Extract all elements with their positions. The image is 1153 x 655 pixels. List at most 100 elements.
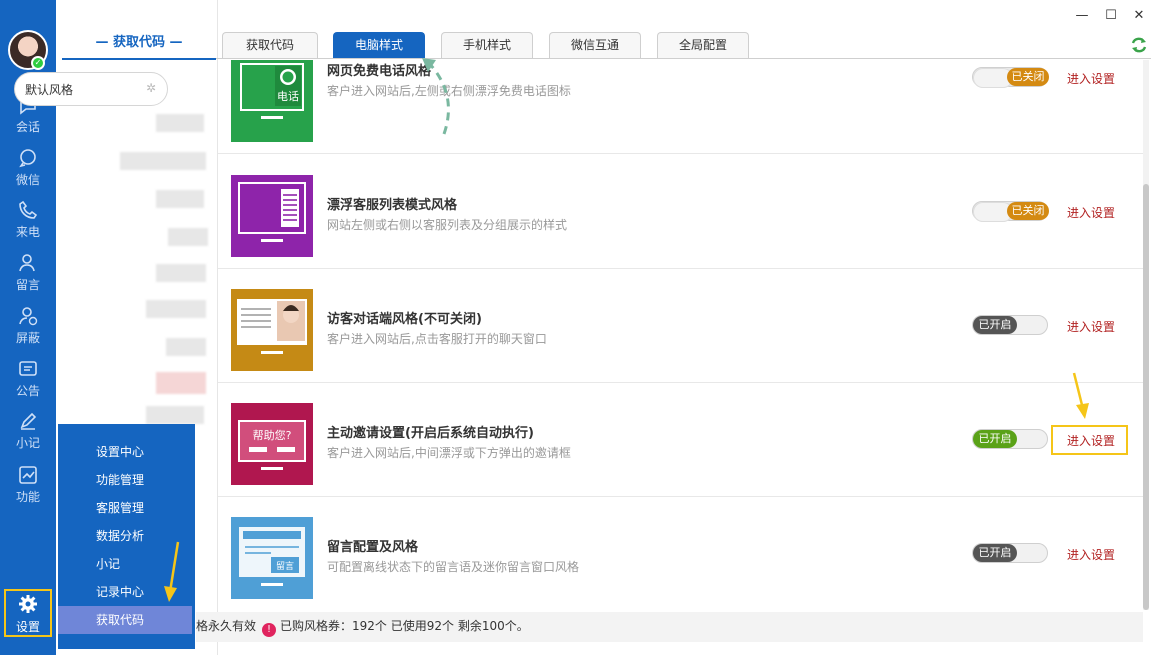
thumb-text: 电话 <box>277 90 299 103</box>
online-status-icon: ✓ <box>31 56 45 70</box>
settings-flyout-menu: 设置中心 功能管理 客服管理 数据分析 小记 记录中心 获取代码 <box>58 424 195 649</box>
enter-settings-link[interactable]: 进入设置 <box>1067 432 1115 449</box>
search-input[interactable] <box>14 72 168 106</box>
style-row-visitor-chat: 访客对话端风格(不可关闭) 客户进入网站后,点击客服打开的聊天窗口 已开启 进入… <box>218 269 1143 383</box>
enter-settings-link[interactable]: 进入设置 <box>1067 70 1115 87</box>
menu-item-get-code[interactable]: 获取代码 <box>58 606 192 634</box>
style-row-leave-message: 留言 留言配置及风格 可配置离线状态下的留言语及迷你留言窗口风格 已开启 进入设… <box>218 497 1143 610</box>
rail-item-messages[interactable]: 留言 <box>0 250 56 298</box>
style-row-floating-list: 漂浮客服列表模式风格 网站左侧或右侧以客服列表及分组展示的样式 已关闭 进入设置 <box>218 155 1143 269</box>
rail-item-phone[interactable]: 来电 <box>0 197 56 245</box>
rail-item-settings[interactable]: 设置 <box>4 589 52 637</box>
list-item <box>146 300 206 318</box>
list-item <box>120 152 206 170</box>
message-user-icon <box>19 254 35 272</box>
style-desc: 客户进入网站后,中间漂浮或下方弹出的邀请框 <box>327 446 571 460</box>
rail-label: 设置 <box>15 620 40 634</box>
menu-item-settings-center[interactable]: 设置中心 <box>58 438 195 466</box>
pen-icon <box>20 412 37 430</box>
tab-divider <box>216 58 1151 59</box>
style-toggle[interactable]: 已开启 <box>972 543 1048 563</box>
rail-label: 功能 <box>15 490 40 504</box>
close-button[interactable]: ✕ <box>1131 8 1147 24</box>
toggle-state: 已开启 <box>973 316 1017 334</box>
tab-global-config[interactable]: 全局配置 <box>657 32 749 58</box>
menu-item-service-management[interactable]: 客服管理 <box>58 494 195 522</box>
tab-pc-style[interactable]: 电脑样式 <box>333 32 425 58</box>
style-toggle[interactable]: 已关闭 <box>972 201 1049 222</box>
gear-icon <box>19 595 37 613</box>
leave-message-thumbnail: 留言 <box>231 517 313 599</box>
app-window: ✓ 会话 微信 来电 留言 屏蔽 公告 小记 功能 设置 — 获取代码 — 默认… <box>0 0 1153 655</box>
rail-label: 来电 <box>15 225 40 239</box>
footer-text: 已购风格券：192个 已使用92个 剩余100个。 <box>280 619 529 633</box>
style-toggle[interactable]: 已开启 <box>972 429 1048 449</box>
scrollbar-thumb[interactable] <box>1143 184 1149 610</box>
announcement-icon <box>19 361 37 376</box>
info-icon: ! <box>262 623 277 637</box>
style-toggle[interactable]: 已开启 <box>972 315 1048 335</box>
rail-label: 屏蔽 <box>15 331 40 345</box>
list-item <box>146 406 204 424</box>
scrollbar[interactable] <box>1143 60 1149 610</box>
phone-style-thumbnail: 电话 <box>231 60 313 142</box>
list-item <box>156 190 204 208</box>
rail-item-announcement[interactable]: 公告 <box>0 356 56 404</box>
rail-label: 小记 <box>15 436 40 450</box>
tab-wechat-interop[interactable]: 微信互通 <box>549 32 641 58</box>
gear-small-icon[interactable]: ✲ <box>146 81 160 95</box>
list-item <box>166 338 206 356</box>
style-title: 网页免费电话风格 <box>327 64 432 79</box>
thumb-text: 留言 <box>276 560 294 572</box>
visitor-chat-thumbnail <box>231 289 313 371</box>
phone-icon <box>19 200 38 219</box>
style-title: 留言配置及风格 <box>327 540 419 555</box>
wechat-icon <box>19 149 36 168</box>
style-row-phone: 电话 网页免费电话风格 客户进入网站后,左侧或右侧漂浮免费电话图标 已关闭 进入… <box>218 60 1143 154</box>
toggle-state: 已开启 <box>973 544 1017 562</box>
rail-item-block[interactable]: 屏蔽 <box>0 303 56 351</box>
rail-label: 微信 <box>15 173 40 187</box>
floating-list-thumbnail <box>231 175 313 257</box>
refresh-icon[interactable] <box>1130 36 1148 54</box>
enter-settings-link[interactable]: 进入设置 <box>1067 318 1115 335</box>
style-title: 漂浮客服列表模式风格 <box>327 198 458 213</box>
arrow-annotation-icon <box>1072 372 1089 419</box>
list-item <box>156 264 206 282</box>
style-desc: 可配置离线状态下的留言语及迷你留言窗口风格 <box>327 560 580 574</box>
style-toggle[interactable]: 已关闭 <box>972 67 1049 88</box>
rail-label: 公告 <box>15 384 40 398</box>
maximize-button[interactable]: ☐ <box>1103 8 1119 24</box>
thumb-text: 帮助您? <box>253 428 292 442</box>
rail-item-functions[interactable]: 功能 <box>0 462 56 510</box>
rail-item-notes[interactable]: 小记 <box>0 408 56 456</box>
rail-label: 会话 <box>15 120 40 134</box>
minimize-button[interactable]: — <box>1074 8 1090 24</box>
footer-prefix: 格永久有效 <box>196 619 257 633</box>
rail-label: 留言 <box>15 278 40 292</box>
side-title: — 获取代码 — <box>62 32 216 60</box>
menu-item-function-management[interactable]: 功能管理 <box>58 466 195 494</box>
toggle-state: 已开启 <box>973 430 1017 448</box>
footer-bar: 格永久有效! 已购风格券：192个 已使用92个 剩余100个。 <box>196 612 1143 642</box>
chart-icon <box>19 466 37 484</box>
style-list: 电话 网页免费电话风格 客户进入网站后,左侧或右侧漂浮免费电话图标 已关闭 进入… <box>218 60 1143 610</box>
style-row-invite: 帮助您? 主动邀请设置(开启后系统自动执行) 客户进入网站后,中间漂浮或下方弹出… <box>218 372 1143 497</box>
style-desc: 网站左侧或右侧以客服列表及分组展示的样式 <box>327 218 568 232</box>
style-desc: 客户进入网站后,点击客服打开的聊天窗口 <box>327 332 547 346</box>
list-item <box>168 228 208 246</box>
list-item <box>156 372 206 394</box>
tab-get-code[interactable]: 获取代码 <box>222 32 318 58</box>
style-title: 主动邀请设置(开启后系统自动执行) <box>327 426 534 441</box>
rail-item-wechat[interactable]: 微信 <box>0 145 56 193</box>
block-user-icon <box>19 307 38 326</box>
arrow-annotation-icon <box>422 58 450 135</box>
invite-thumbnail: 帮助您? <box>231 403 313 485</box>
enter-settings-link[interactable]: 进入设置 <box>1067 204 1115 221</box>
toggle-state: 已关闭 <box>1007 68 1049 86</box>
enter-settings-link[interactable]: 进入设置 <box>1067 546 1115 563</box>
list-item <box>156 114 204 132</box>
arrow-annotation-icon <box>164 541 180 602</box>
toggle-state: 已关闭 <box>1007 202 1049 220</box>
style-title: 访客对话端风格(不可关闭) <box>327 312 482 327</box>
